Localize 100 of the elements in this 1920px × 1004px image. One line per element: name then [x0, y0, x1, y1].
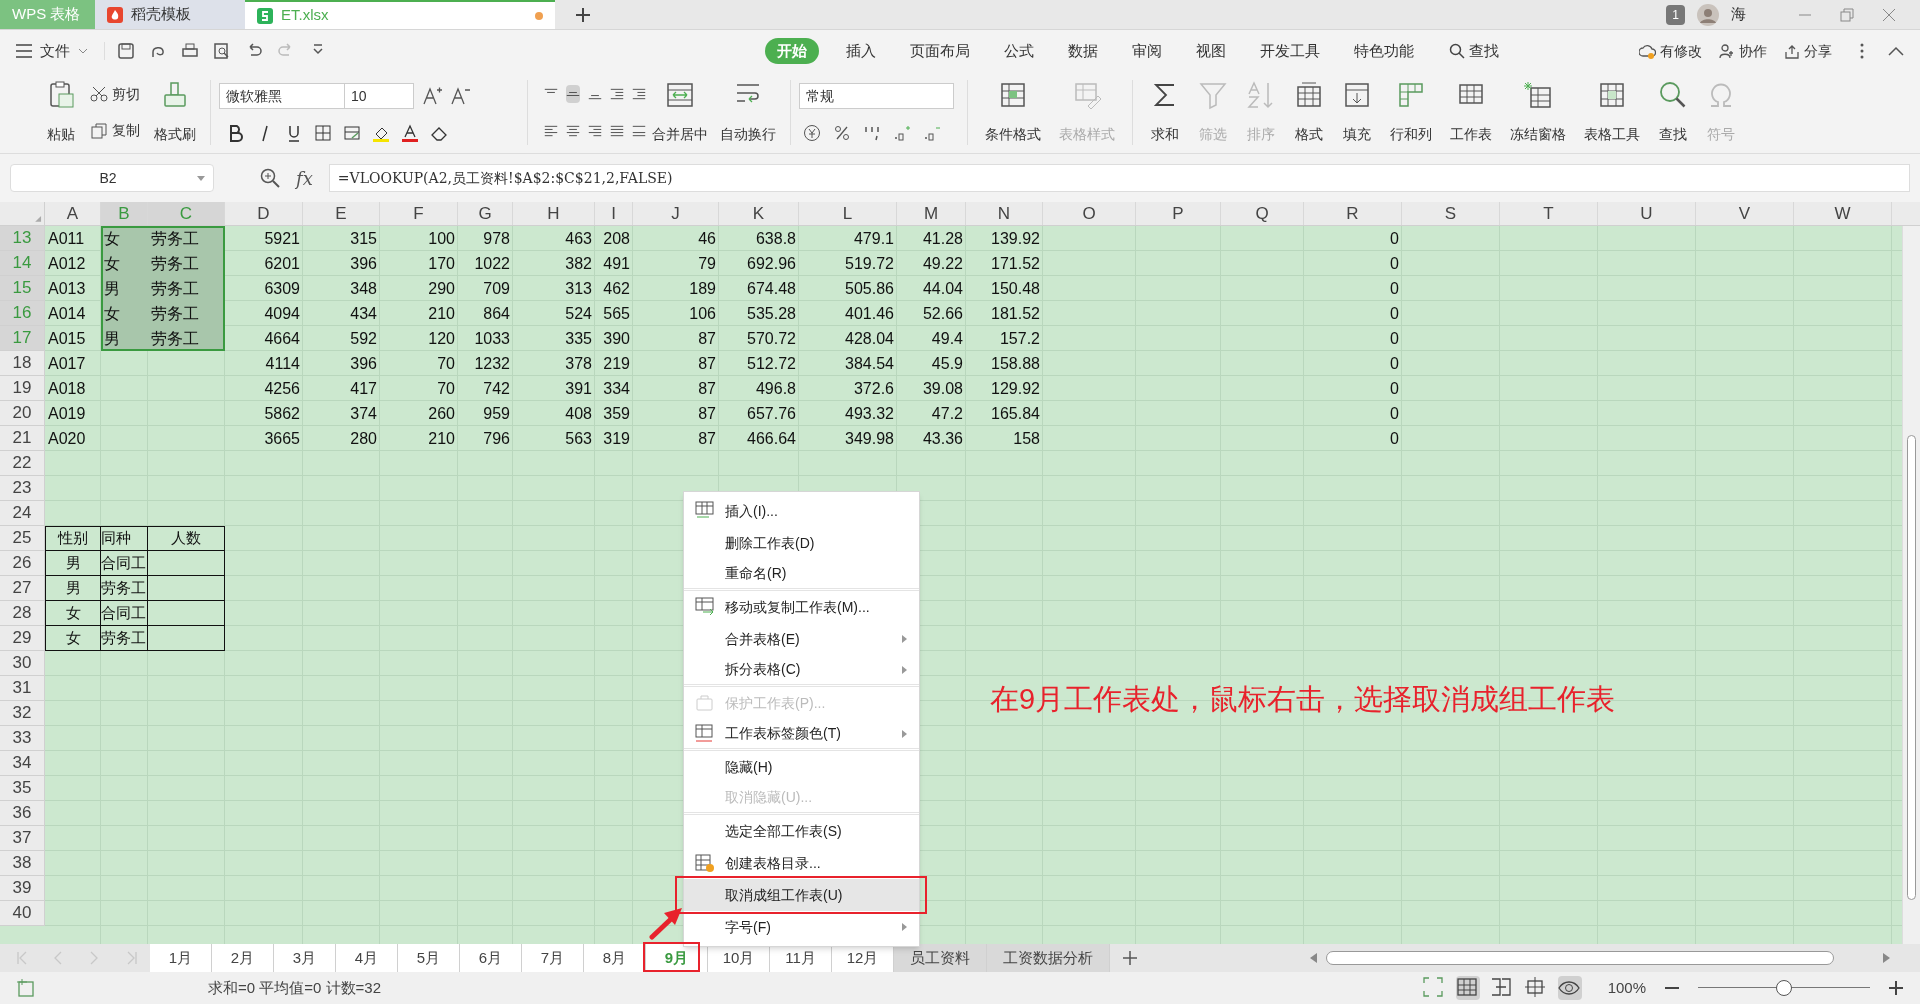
- ribbon-tab[interactable]: 特色功能: [1339, 37, 1429, 65]
- freeze-panes-button[interactable]: 冻结窗格: [1504, 76, 1572, 149]
- sum-button[interactable]: 求和: [1144, 76, 1186, 149]
- document-tab[interactable]: 稻壳模板: [95, 0, 245, 29]
- row-header[interactable]: 25: [0, 526, 45, 551]
- sheet-tab[interactable]: 工资数据分析: [987, 944, 1110, 972]
- menu-item[interactable]: 创建表格目录...: [684, 847, 919, 879]
- formula-field[interactable]: =VLOOKUP(A2,员工资料!$A$2:$C$21,2,FALSE): [328, 164, 1910, 192]
- column-header[interactable]: G: [458, 202, 513, 225]
- format-painter-button[interactable]: 格式刷: [148, 76, 202, 149]
- row-header[interactable]: 20: [0, 401, 45, 426]
- sheet-tab[interactable]: 员工资料: [894, 944, 987, 972]
- toolbar-button[interactable]: 协作: [1718, 40, 1767, 62]
- row-header[interactable]: 39: [0, 876, 45, 901]
- column-header[interactable]: H: [513, 202, 595, 225]
- conditional-format-button[interactable]: 条件格式: [979, 76, 1047, 149]
- column-header[interactable]: O: [1043, 202, 1136, 225]
- column-header[interactable]: W: [1794, 202, 1892, 225]
- format-button[interactable]: 格式: [1288, 76, 1330, 149]
- column-header[interactable]: K: [719, 202, 799, 225]
- ribbon-tab[interactable]: 视图: [1181, 37, 1241, 65]
- column-header[interactable]: T: [1500, 202, 1598, 225]
- merge-center-button[interactable]: 合并居中: [646, 76, 714, 149]
- row-header[interactable]: 34: [0, 751, 45, 776]
- menu-item[interactable]: 隐藏(H): [684, 751, 919, 783]
- sheet-tab[interactable]: 5月: [398, 944, 460, 972]
- column-header[interactable]: I: [595, 202, 633, 225]
- column-header[interactable]: U: [1598, 202, 1696, 225]
- toolbar-button[interactable]: 分享: [1783, 40, 1832, 62]
- ribbon-tab[interactable]: 插入: [831, 37, 891, 65]
- zoom-level-dropdown[interactable]: 100%: [1607, 976, 1646, 1000]
- sheet-tab[interactable]: 1月: [150, 944, 212, 972]
- column-header[interactable]: E: [303, 202, 380, 225]
- sheet-tab[interactable]: 7月: [522, 944, 584, 972]
- ribbon-tab[interactable]: 页面布局: [895, 37, 985, 65]
- column-header[interactable]: M: [897, 202, 966, 225]
- row-header[interactable]: 31: [0, 676, 45, 701]
- number-format-field[interactable]: 常规: [799, 83, 954, 110]
- column-header[interactable]: J: [633, 202, 719, 225]
- column-header[interactable]: F: [380, 202, 458, 225]
- column-header[interactable]: D: [225, 202, 303, 225]
- column-header[interactable]: P: [1136, 202, 1221, 225]
- sheet-tab[interactable]: 2月: [212, 944, 274, 972]
- wrap-text-button[interactable]: 自动换行: [714, 76, 782, 149]
- table-tools-button[interactable]: 表格工具: [1578, 76, 1646, 149]
- fill-button[interactable]: 填充: [1336, 76, 1378, 149]
- paste-button[interactable]: 粘贴: [40, 76, 82, 149]
- menu-item[interactable]: 合并表格(E): [684, 623, 919, 655]
- file-menu[interactable]: 文件: [16, 39, 88, 63]
- menu-item[interactable]: 拆分表格(C): [684, 655, 919, 687]
- cut-button[interactable]: 剪切: [90, 83, 140, 105]
- row-header[interactable]: 28: [0, 601, 45, 626]
- menu-item[interactable]: 重命名(R): [684, 559, 919, 591]
- row-header[interactable]: 40: [0, 901, 45, 926]
- row-header[interactable]: 23: [0, 476, 45, 501]
- ribbon-tab[interactable]: 数据: [1053, 37, 1113, 65]
- menu-item[interactable]: 插入(I)...: [684, 495, 919, 527]
- copy-button[interactable]: 复制: [90, 120, 140, 142]
- find-button[interactable]: 查找: [1652, 76, 1694, 149]
- name-box[interactable]: B2: [10, 164, 214, 192]
- menu-item[interactable]: 删除工作表(D): [684, 527, 919, 559]
- column-header[interactable]: R: [1304, 202, 1402, 225]
- row-header[interactable]: 38: [0, 851, 45, 876]
- row-header[interactable]: 32: [0, 701, 45, 726]
- row-header[interactable]: 24: [0, 501, 45, 526]
- row-header[interactable]: 22: [0, 451, 45, 476]
- function-label[interactable]: fx: [296, 164, 313, 192]
- window-count-badge[interactable]: 1: [1666, 4, 1685, 25]
- row-header[interactable]: 19: [0, 376, 45, 401]
- sheet-tab[interactable]: 3月: [274, 944, 336, 972]
- worksheet-button[interactable]: 工作表: [1444, 76, 1498, 149]
- row-header[interactable]: 21: [0, 426, 45, 451]
- sheet-tab[interactable]: 6月: [460, 944, 522, 972]
- row-header[interactable]: 36: [0, 801, 45, 826]
- row-header[interactable]: 37: [0, 826, 45, 851]
- row-header[interactable]: 18: [0, 351, 45, 376]
- toolbar-button[interactable]: 有修改: [1639, 40, 1702, 62]
- row-header[interactable]: 27: [0, 576, 45, 601]
- sheet-tab[interactable]: 4月: [336, 944, 398, 972]
- rows-columns-button[interactable]: 行和列: [1384, 76, 1438, 149]
- row-header[interactable]: 35: [0, 776, 45, 801]
- menu-item[interactable]: 字号(F): [684, 911, 919, 943]
- ribbon-tab[interactable]: 公式: [989, 37, 1049, 65]
- column-header[interactable]: S: [1402, 202, 1500, 225]
- row-header[interactable]: 33: [0, 726, 45, 751]
- user-name[interactable]: 海: [1731, 3, 1746, 26]
- sheet-tab[interactable]: 8月: [584, 944, 646, 972]
- ribbon-tab[interactable]: 开发工具: [1245, 37, 1335, 65]
- column-header[interactable]: L: [799, 202, 897, 225]
- search-button[interactable]: 查找: [1449, 39, 1499, 63]
- ribbon-tab[interactable]: 审阅: [1117, 37, 1177, 65]
- menu-item[interactable]: 取消成组工作表(U): [684, 879, 919, 911]
- column-header[interactable]: Q: [1221, 202, 1304, 225]
- row-header[interactable]: 30: [0, 651, 45, 676]
- column-header[interactable]: V: [1696, 202, 1794, 225]
- menu-item[interactable]: 移动或复制工作表(M)...: [684, 591, 919, 623]
- menu-item[interactable]: 选定全部工作表(S): [684, 815, 919, 847]
- row-header[interactable]: 29: [0, 626, 45, 651]
- menu-item[interactable]: 工作表标签颜色(T): [684, 719, 919, 751]
- row-header[interactable]: 26: [0, 551, 45, 576]
